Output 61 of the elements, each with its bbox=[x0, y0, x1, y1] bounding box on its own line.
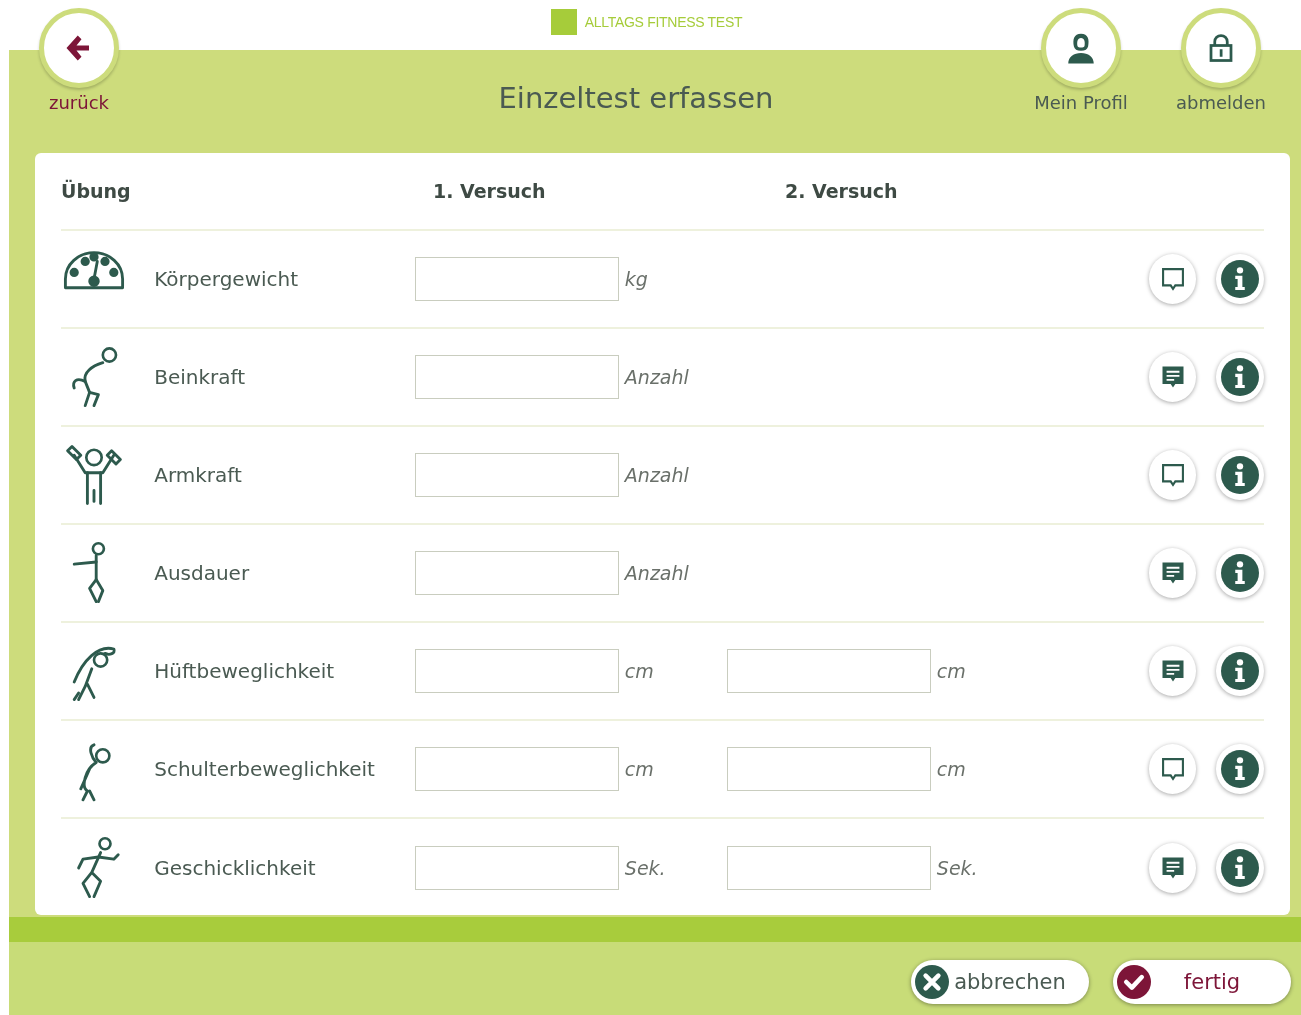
info-icon bbox=[1221, 456, 1260, 494]
app-title: ALLTAGS FITNESS TEST bbox=[584, 14, 743, 30]
unit-label: cm bbox=[936, 660, 966, 682]
input-field[interactable] bbox=[726, 649, 931, 693]
unit-label: cm bbox=[624, 660, 654, 682]
exercise-name: Ausdauer bbox=[154, 561, 251, 585]
info-icon bbox=[1221, 554, 1260, 592]
page-title: Einzeltest erfassen bbox=[497, 81, 775, 115]
note-button[interactable] bbox=[1148, 548, 1197, 598]
back-label[interactable]: zurück bbox=[49, 92, 109, 113]
cancel-button[interactable]: abbrechen bbox=[911, 960, 1089, 1004]
info-icon bbox=[1221, 849, 1260, 887]
info-button[interactable] bbox=[1216, 254, 1264, 304]
close-icon bbox=[915, 965, 949, 999]
logo-square bbox=[550, 9, 577, 35]
info-icon bbox=[1221, 652, 1260, 690]
input-field[interactable] bbox=[414, 355, 619, 399]
unit-label: Sek. bbox=[624, 857, 666, 879]
note-button[interactable] bbox=[1148, 744, 1197, 794]
info-icon bbox=[1221, 750, 1260, 788]
note-button[interactable] bbox=[1148, 843, 1197, 893]
info-icon bbox=[1221, 358, 1260, 396]
note-button[interactable] bbox=[1148, 352, 1197, 402]
unit-label: cm bbox=[624, 758, 654, 780]
input-field[interactable] bbox=[414, 453, 619, 497]
unit-label: kg bbox=[624, 268, 648, 290]
info-button[interactable] bbox=[1216, 352, 1264, 402]
input-field[interactable] bbox=[414, 551, 619, 595]
info-button[interactable] bbox=[1216, 843, 1264, 893]
profile-label[interactable]: Mein Profil bbox=[1034, 92, 1128, 113]
logout-label[interactable]: abmelden bbox=[1176, 92, 1266, 113]
note-button[interactable] bbox=[1148, 646, 1197, 696]
info-icon bbox=[1221, 260, 1260, 298]
info-button[interactable] bbox=[1216, 744, 1264, 794]
note-button[interactable] bbox=[1148, 450, 1197, 500]
input-field[interactable] bbox=[414, 846, 619, 890]
column-header: 2. Versuch bbox=[785, 180, 898, 202]
input-field[interactable] bbox=[414, 747, 619, 791]
info-button[interactable] bbox=[1216, 450, 1264, 500]
input-field[interactable] bbox=[726, 747, 931, 791]
check-icon bbox=[1117, 965, 1151, 999]
exercise-name: Schulterbeweglichkeit bbox=[154, 757, 376, 781]
unit-label: Anzahl bbox=[624, 464, 689, 486]
column-header: Übung bbox=[61, 180, 132, 202]
done-button[interactable]: fertig bbox=[1113, 960, 1291, 1004]
exercise-name: Geschicklichkeit bbox=[154, 856, 317, 880]
unit-label: Anzahl bbox=[624, 562, 689, 584]
input-field[interactable] bbox=[726, 846, 931, 890]
exercise-name: Armkraft bbox=[154, 463, 243, 487]
note-button[interactable] bbox=[1148, 254, 1197, 304]
exercise-name: Beinkraft bbox=[154, 365, 247, 389]
unit-label: Anzahl bbox=[624, 366, 689, 388]
unit-label: Sek. bbox=[936, 857, 978, 879]
exercise-name: Hüftbeweglichkeit bbox=[154, 659, 336, 683]
info-button[interactable] bbox=[1216, 548, 1264, 598]
input-field[interactable] bbox=[414, 257, 619, 301]
unit-label: cm bbox=[936, 758, 966, 780]
exercise-name: Körpergewicht bbox=[154, 267, 300, 291]
info-button[interactable] bbox=[1216, 646, 1264, 696]
input-field[interactable] bbox=[414, 649, 619, 693]
column-header: 1. Versuch bbox=[433, 180, 547, 202]
